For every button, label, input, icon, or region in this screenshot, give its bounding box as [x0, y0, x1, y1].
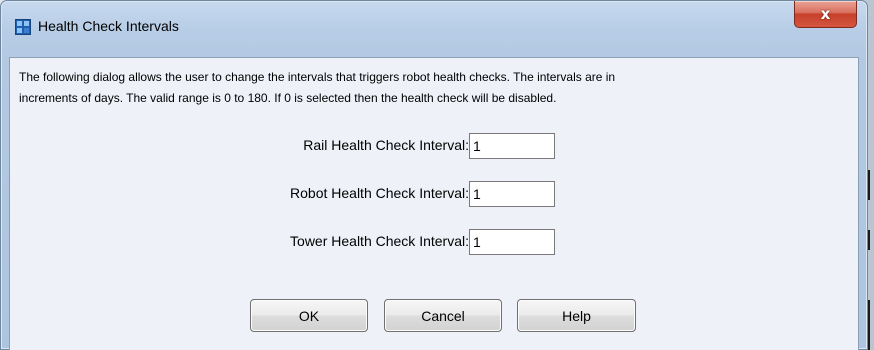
robot-interval-label: Robot Health Check Interval:	[290, 185, 469, 201]
dialog-client-area: The following dialog allows the user to …	[9, 57, 859, 350]
dialog-window: Health Check Intervals x The following d…	[0, 0, 868, 350]
close-button[interactable]: x	[794, 1, 857, 28]
tower-interval-label: Tower Health Check Interval:	[290, 233, 469, 249]
robot-interval-row: Robot Health Check Interval:	[10, 181, 860, 207]
rail-interval-label: Rail Health Check Interval:	[303, 137, 469, 153]
help-button[interactable]: Help	[517, 299, 636, 332]
app-window-icon	[15, 19, 31, 35]
window-title: Health Check Intervals	[38, 18, 179, 34]
rail-interval-input[interactable]	[469, 133, 555, 159]
close-icon: x	[820, 4, 831, 23]
tower-interval-row: Tower Health Check Interval:	[10, 229, 860, 255]
rail-interval-row: Rail Health Check Interval:	[10, 133, 860, 159]
tower-interval-input[interactable]	[469, 229, 555, 255]
dialog-description: The following dialog allows the user to …	[19, 67, 849, 109]
description-line: increments of days. The valid range is 0…	[19, 91, 557, 105]
description-line: The following dialog allows the user to …	[19, 70, 616, 84]
robot-interval-input[interactable]	[469, 181, 555, 207]
ok-button[interactable]: OK	[250, 299, 368, 332]
title-bar[interactable]: Health Check Intervals x	[1, 1, 867, 45]
cancel-button[interactable]: Cancel	[384, 299, 502, 332]
